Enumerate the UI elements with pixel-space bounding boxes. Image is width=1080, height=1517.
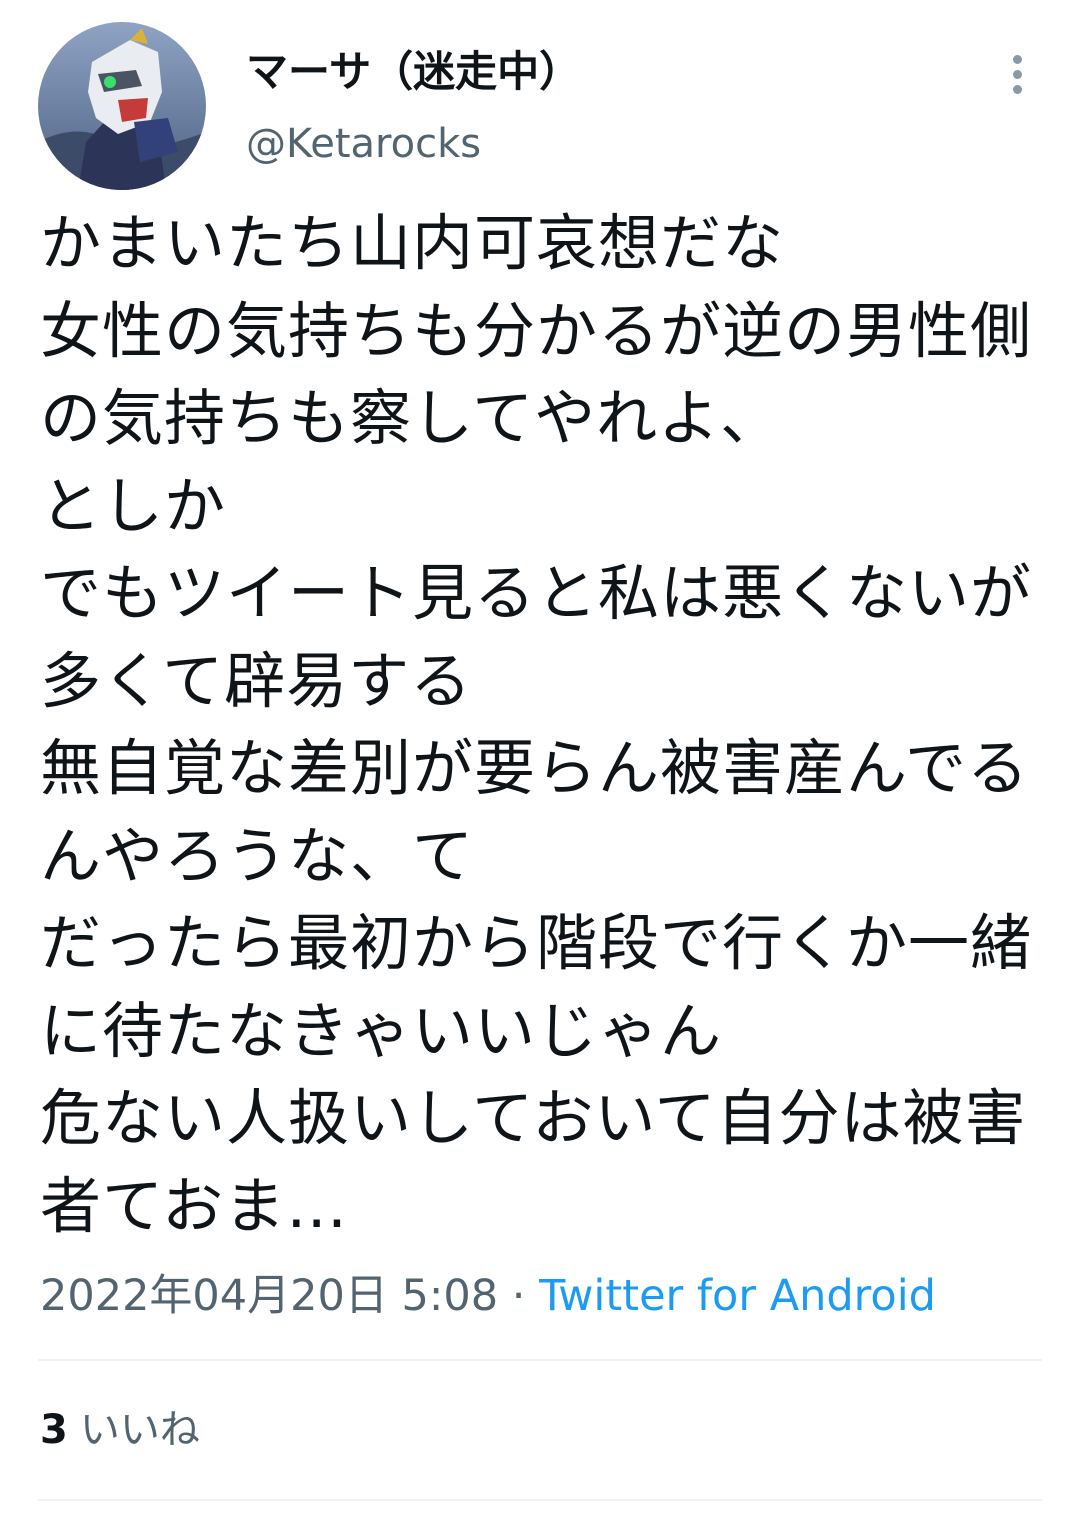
user-handle[interactable]: @Ketarocks (246, 114, 481, 174)
tweet-text: かまいたち山内可哀想だな 女性の気持ちも分かるが逆の男性側の気持ちも察してやれよ… (40, 208, 1033, 1242)
display-name[interactable]: マーサ（迷走中） (246, 42, 581, 102)
likes-stat[interactable]: 3 いいね (40, 1400, 200, 1460)
like-count: 3 (40, 1407, 68, 1453)
tweet-meta: 2022年04月20日 5:08 · Twitter for Android (40, 1266, 936, 1326)
more-vertical-icon (1012, 54, 1022, 64)
divider (38, 1499, 1042, 1501)
tweet-header: マーサ（迷走中） @Ketarocks (0, 0, 1080, 200)
meta-separator: · (511, 1271, 540, 1321)
tweet-timestamp[interactable]: 2022年04月20日 5:08 (40, 1271, 498, 1321)
tweet-source-link[interactable]: Twitter for Android (539, 1271, 936, 1321)
more-vertical-icon-dot (1012, 84, 1022, 94)
more-options-button[interactable] (996, 44, 1038, 104)
robot-avatar-icon (38, 22, 206, 190)
more-vertical-icon-dot (1012, 69, 1022, 79)
like-label: いいね (79, 1407, 200, 1453)
avatar[interactable] (38, 22, 206, 190)
divider (38, 1359, 1042, 1361)
